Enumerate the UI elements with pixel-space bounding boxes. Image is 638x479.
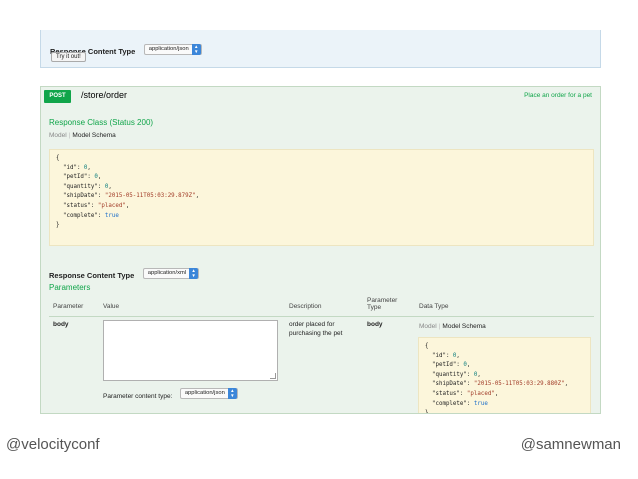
param-description: order placed for purchasing the pet: [289, 321, 343, 337]
tab-separator: |: [68, 132, 71, 139]
previous-operation-panel: Response Content Type application/json ▲…: [40, 30, 601, 68]
parameters-title: Parameters: [49, 283, 91, 292]
operation-summary[interactable]: Place an order for a pet: [524, 92, 592, 99]
schema-petid-value: 0: [94, 174, 98, 181]
parameter-content-type-label: Parameter content type:: [103, 393, 173, 400]
try-it-out-button[interactable]: Try it out!: [51, 52, 86, 62]
param-schema-status-value: "placed": [466, 390, 495, 397]
parameters-table-header: Parameter Value Description Parameter Ty…: [49, 297, 594, 317]
param-model-tabs: Model | Model Schema: [419, 323, 486, 330]
body-value-textarea[interactable]: [103, 320, 278, 381]
response-content-type-label-2: Response Content Type: [49, 271, 135, 280]
tab-separator: |: [438, 323, 441, 330]
select-arrows-icon: ▲ ▼: [191, 44, 201, 56]
param-name: body: [53, 321, 69, 328]
schema-complete-value: true: [104, 212, 119, 219]
param-schema-complete-value: true: [473, 400, 488, 407]
param-schema-quantity-value: 0: [473, 371, 478, 378]
operation-path[interactable]: /store/order: [81, 90, 127, 100]
response-content-type-row-2: Response Content Type application/xml ▲ ▼: [49, 265, 200, 283]
schema-quantity-value: 0: [104, 183, 109, 190]
param-tab-model[interactable]: Model: [419, 323, 437, 330]
response-model-tabs: Model | Model Schema: [49, 132, 116, 139]
tab-model-schema[interactable]: Model Schema: [72, 132, 115, 139]
response-content-type-select-2[interactable]: application/xml ▲ ▼: [142, 268, 200, 280]
response-schema-code: { "id": 0, "petId": 0, "quantity": 0, "s…: [49, 149, 594, 246]
response-class-title: Response Class (Status 200): [49, 118, 154, 127]
tab-model[interactable]: Model: [49, 132, 67, 139]
post-store-order-panel: POST /store/order Place an order for a p…: [40, 86, 601, 414]
param-schema-petid-value: 0: [463, 362, 467, 369]
th-data-type: Data Type: [419, 303, 449, 310]
response-content-type-value: application/json: [148, 46, 189, 53]
schema-id-value: 0: [83, 164, 88, 171]
parameter-content-type-value: application/json: [184, 390, 225, 397]
th-parameter-type: Parameter Type: [367, 297, 398, 311]
schema-status-value: "placed": [97, 202, 126, 209]
resize-handle-icon[interactable]: [270, 373, 276, 379]
param-schema-id-value: 0: [452, 352, 457, 359]
param-schema-shipdate-value: "2015-05-11T05:03:29.880Z": [473, 381, 565, 388]
footer-left-handle: @velocityconf: [6, 436, 100, 453]
th-parameter: Parameter: [53, 303, 84, 310]
schema-shipdate-value: "2015-05-11T05:03:29.879Z": [104, 193, 196, 200]
param-type: body: [367, 321, 383, 328]
http-method-badge[interactable]: POST: [44, 90, 71, 103]
response-content-type-select[interactable]: application/json ▲ ▼: [143, 44, 202, 56]
response-content-type-value-2: application/xml: [147, 270, 187, 277]
operation-header[interactable]: POST /store/order Place an order for a p…: [41, 87, 600, 107]
parameter-content-type-row: Parameter content type: application/json…: [103, 385, 238, 403]
param-schema-code[interactable]: { "id": 0, "petId": 0, "quantity": 0, "s…: [418, 337, 591, 413]
param-tab-model-schema[interactable]: Model Schema: [442, 323, 485, 330]
th-value: Value: [103, 303, 120, 310]
select-arrows-icon: ▲ ▼: [227, 388, 237, 400]
parameter-content-type-select[interactable]: application/json ▲ ▼: [179, 388, 238, 400]
footer-right-handle: @samnewman: [520, 436, 621, 453]
select-arrows-icon: ▲ ▼: [189, 268, 199, 280]
th-description: Description: [289, 303, 322, 310]
